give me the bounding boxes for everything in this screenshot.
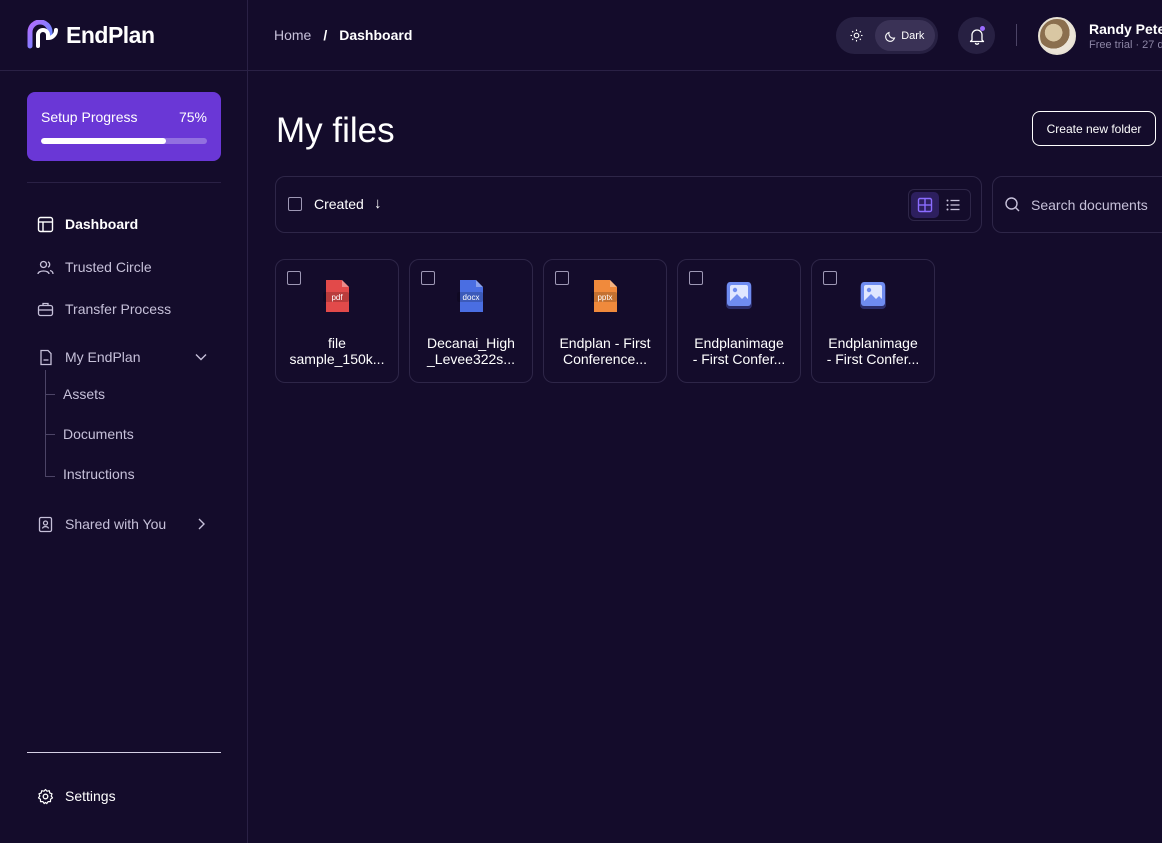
file-name: Endplanimage - First Confer... (692, 335, 786, 367)
submenu-tick (45, 394, 55, 395)
file-checkbox[interactable] (421, 271, 435, 285)
document-icon (40, 349, 52, 365)
sidebar: EndPlan Setup Progress 75% Dashboard Tru… (0, 0, 248, 843)
sidebar-item-dashboard[interactable]: Dashboard (37, 213, 138, 235)
layout-icon (37, 216, 54, 232)
sidebar-item-settings[interactable]: Settings (37, 785, 116, 807)
docx-file-icon: docx (456, 278, 486, 314)
sun-icon (850, 29, 863, 42)
user-name: Randy Peters (1089, 21, 1162, 37)
docx-glyph: docx (457, 280, 483, 312)
page-title: My files (276, 111, 395, 150)
sort-direction-icon[interactable]: ↓ (374, 195, 382, 212)
create-new-folder-button[interactable]: Create new folder (1032, 111, 1156, 146)
setup-progress-bar (41, 138, 207, 144)
gear-icon (37, 788, 54, 804)
grid-icon (917, 197, 933, 213)
sidebar-bottom-divider (27, 752, 221, 753)
sidebar-item-label: Transfer Process (65, 301, 172, 317)
sidebar-item-transfer-process[interactable]: Transfer Process (37, 298, 171, 320)
app-name: EndPlan (66, 21, 155, 48)
logo[interactable]: EndPlan (0, 0, 247, 71)
endplan-logo-icon (27, 20, 58, 49)
sort-label[interactable]: Created (314, 196, 364, 212)
sidebar-divider (27, 182, 221, 183)
select-all-checkbox[interactable] (288, 197, 302, 211)
pptx-file-icon: pptx (590, 278, 620, 314)
submenu-tick (45, 476, 55, 477)
chevron-down-icon[interactable] (194, 350, 208, 364)
header-divider (1016, 24, 1017, 46)
moon-icon (885, 31, 896, 42)
file-name: file sample_150k... (289, 335, 385, 367)
setup-progress-card[interactable]: Setup Progress 75% (27, 92, 221, 161)
file-checkbox[interactable] (555, 271, 569, 285)
file-card[interactable]: docx Decanai_High _Levee322s... (409, 259, 533, 383)
sidebar-item-label: Shared with You (65, 516, 167, 532)
shared-icon (38, 516, 53, 532)
sidebar-item-my-endplan[interactable]: My EndPlan (37, 346, 140, 368)
file-checkbox[interactable] (287, 271, 301, 285)
list-icon (946, 199, 960, 211)
notification-dot (980, 26, 985, 31)
user-subtitle: Free trial · 27 days left (1089, 39, 1162, 51)
submenu-line (45, 370, 46, 477)
submenu-tick (45, 434, 55, 435)
pdf-file-icon: pdf (322, 278, 352, 314)
avatar[interactable] (1038, 17, 1076, 55)
light-mode-button[interactable] (839, 20, 875, 51)
search-icon (1005, 197, 1020, 212)
breadcrumb-current: Dashboard (339, 27, 413, 43)
grid-view-button[interactable] (911, 192, 939, 218)
sidebar-subitem-documents[interactable]: Documents (63, 424, 134, 444)
briefcase-icon (37, 302, 54, 316)
sidebar-item-shared-with-you[interactable]: Shared with You (37, 513, 166, 535)
setup-progress-percent: 75% (178, 109, 207, 125)
list-view-button[interactable] (939, 192, 967, 218)
breadcrumb-separator: / (323, 27, 328, 43)
file-checkbox[interactable] (689, 271, 703, 285)
file-name: Endplanimage - First Confer... (826, 335, 920, 367)
file-type-badge: docx (463, 293, 480, 302)
file-card[interactable]: pdf file sample_150k... (275, 259, 399, 383)
dark-mode-button[interactable]: Dark (874, 20, 935, 51)
chevron-right-icon[interactable] (194, 517, 208, 531)
top-bar: Home / Dashboard Dark Randy Peters Free … (248, 0, 1162, 71)
breadcrumb-home[interactable]: Home (274, 27, 311, 43)
notifications-button[interactable] (958, 17, 995, 54)
file-name: Decanai_High _Levee322s... (427, 335, 515, 367)
file-card[interactable]: Endplanimage - First Confer... (677, 259, 801, 383)
image-glyph (860, 282, 886, 309)
theme-toggle: Dark (836, 17, 938, 54)
pptx-glyph: pptx (591, 280, 617, 312)
sidebar-subitem-instructions[interactable]: Instructions (63, 464, 135, 484)
view-switch (908, 189, 971, 221)
setup-progress-fill (41, 138, 166, 144)
file-card[interactable]: Endplanimage - First Confer... (811, 259, 935, 383)
file-name: Endplan - First Conference... (559, 335, 651, 367)
file-checkbox[interactable] (823, 271, 837, 285)
image-file-icon (858, 278, 888, 314)
file-type-badge: pdf (331, 293, 343, 302)
dark-mode-label: Dark (901, 29, 925, 42)
sidebar-item-label: My EndPlan (65, 349, 141, 365)
file-type-badge: pptx (597, 293, 612, 302)
sidebar-item-label: Dashboard (65, 216, 139, 232)
sidebar-subitem-assets[interactable]: Assets (63, 384, 105, 404)
image-file-icon (724, 278, 754, 314)
settings-label: Settings (65, 788, 116, 804)
sidebar-item-label: Trusted Circle (65, 259, 152, 275)
pdf-glyph: pdf (323, 280, 349, 312)
image-glyph (726, 282, 752, 309)
breadcrumb: Home / Dashboard (274, 27, 412, 43)
sidebar-item-trusted-circle[interactable]: Trusted Circle (37, 256, 152, 278)
search-box (992, 176, 1162, 233)
file-card[interactable]: pptx Endplan - First Conference... (543, 259, 667, 383)
search-input[interactable] (1031, 195, 1162, 215)
setup-progress-label: Setup Progress (41, 109, 138, 125)
users-icon (37, 260, 54, 274)
files-toolbar: Created ↓ (275, 176, 982, 233)
